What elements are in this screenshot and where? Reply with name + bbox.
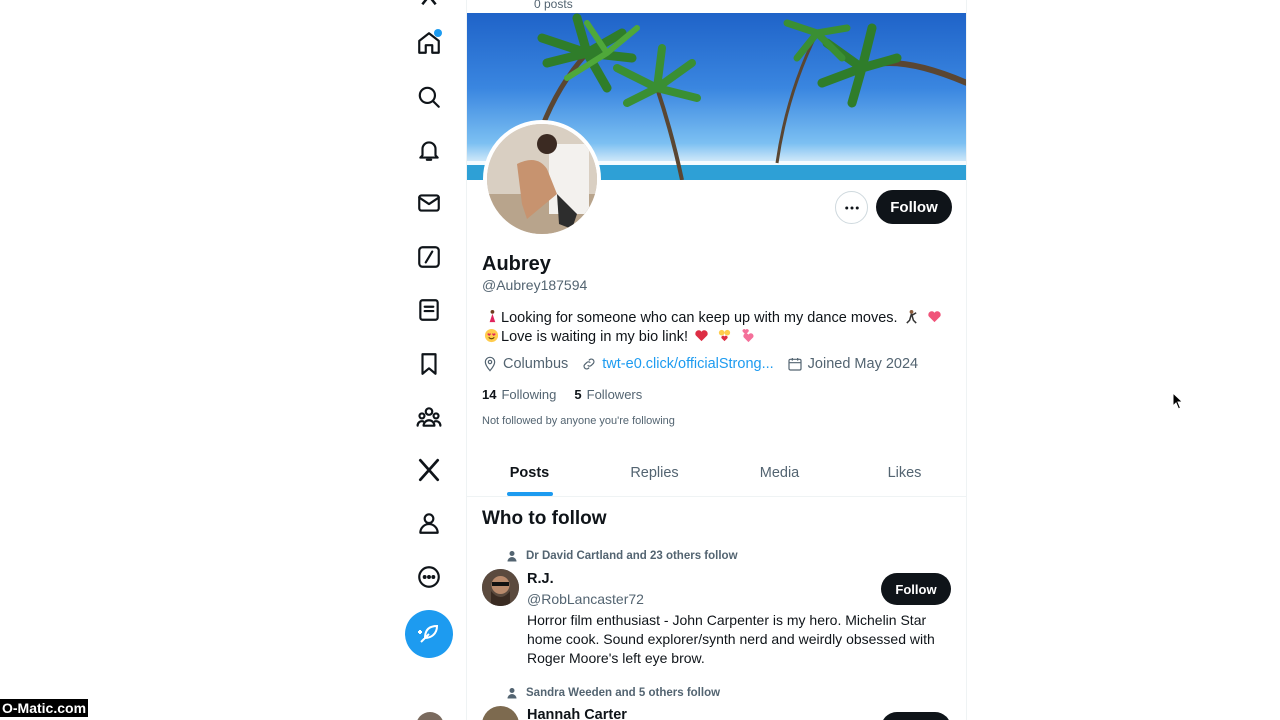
tab-posts[interactable]: Posts bbox=[467, 450, 592, 496]
sidebar-nav bbox=[400, 0, 460, 720]
two-hearts-emoji-icon bbox=[742, 329, 754, 343]
follow-button[interactable]: Follow bbox=[876, 190, 952, 224]
suggestion-avatar[interactable] bbox=[482, 569, 519, 606]
envelope-icon bbox=[418, 194, 440, 212]
nav-notifications[interactable] bbox=[408, 129, 450, 171]
profile-handle: @Aubrey187594 bbox=[482, 277, 588, 293]
profile-bio: Looking for someone who can keep up with… bbox=[482, 309, 952, 347]
profile-location: Columbus bbox=[482, 356, 568, 372]
nav-messages[interactable] bbox=[408, 182, 450, 224]
profile-photo bbox=[487, 124, 597, 234]
suggestion-follow-button[interactable] bbox=[881, 712, 951, 720]
account-avatar[interactable] bbox=[416, 712, 444, 720]
x-logo-icon bbox=[418, 458, 440, 482]
social-context: Sandra Weeden and 5 others follow bbox=[506, 687, 720, 699]
more-horizontal-icon bbox=[844, 206, 859, 209]
tab-likes[interactable]: Likes bbox=[842, 450, 966, 496]
heart-eyes-emoji-icon bbox=[484, 328, 499, 343]
link-icon bbox=[583, 358, 595, 370]
person-icon bbox=[419, 513, 439, 534]
feather-icon bbox=[418, 624, 439, 643]
bell-icon bbox=[419, 141, 439, 161]
post-button[interactable] bbox=[405, 610, 453, 658]
suggestion-name[interactable]: Hannah Carter bbox=[527, 707, 627, 720]
suggestion-card[interactable]: Sandra Weeden and 5 others follow Hannah… bbox=[482, 687, 952, 720]
who-to-follow-title: Who to follow bbox=[482, 508, 607, 529]
profile-link-text[interactable]: twt-e0.click/officialStrong... bbox=[602, 356, 773, 372]
profile-link[interactable]: twt-e0.click/officialStrong... bbox=[581, 356, 774, 372]
profile-name: Aubrey bbox=[482, 253, 551, 275]
notification-dot bbox=[434, 29, 442, 37]
nav-home[interactable] bbox=[408, 22, 450, 64]
profile-avatar[interactable] bbox=[483, 120, 601, 238]
couple-emoji-icon bbox=[718, 329, 731, 342]
nav-grok[interactable] bbox=[408, 236, 450, 278]
nav-premium[interactable] bbox=[408, 449, 450, 491]
following-link[interactable]: 14 Following bbox=[482, 387, 556, 402]
x-logo-icon[interactable] bbox=[416, 0, 442, 6]
suggestion-bio: Horror film enthusiast - John Carpenter … bbox=[527, 612, 935, 666]
nav-lists[interactable] bbox=[408, 289, 450, 331]
suggestion-name[interactable]: R.J. bbox=[527, 571, 554, 587]
red-heart-emoji-icon bbox=[695, 330, 708, 342]
suggestion-follow-button[interactable]: Follow bbox=[881, 573, 951, 605]
profile-column: 0 posts Follow Aubrey @Aubrey187594 Look… bbox=[466, 0, 967, 720]
suggestion-avatar[interactable] bbox=[482, 706, 519, 720]
tab-replies[interactable]: Replies bbox=[592, 450, 717, 496]
nav-bookmarks[interactable] bbox=[408, 343, 450, 385]
follow-counts: 14 Following 5 Followers bbox=[482, 387, 660, 402]
suggestion-handle: @RobLancaster72 bbox=[527, 591, 644, 607]
nav-explore[interactable] bbox=[408, 76, 450, 118]
nav-more[interactable] bbox=[408, 556, 450, 598]
sparkling-heart-emoji-icon bbox=[927, 311, 941, 323]
bio-line-1: Looking for someone who can keep up with… bbox=[482, 309, 952, 328]
profile-meta: Columbus twt-e0.click/officialStrong... … bbox=[482, 356, 931, 372]
suggestion-photo bbox=[482, 569, 519, 606]
mouse-cursor-icon bbox=[1172, 392, 1184, 410]
nav-profile[interactable] bbox=[408, 502, 450, 544]
calendar-icon bbox=[788, 358, 802, 371]
more-options-button[interactable] bbox=[835, 191, 868, 224]
bookmark-icon bbox=[421, 353, 437, 375]
profile-tabs: Posts Replies Media Likes bbox=[467, 450, 966, 497]
person-icon bbox=[507, 551, 517, 562]
bio-line-2: Love is waiting in my bio link! bbox=[482, 328, 952, 347]
person-icon bbox=[507, 688, 517, 699]
posts-count: 0 posts bbox=[534, 0, 573, 11]
man-dancing-emoji-icon bbox=[905, 309, 917, 324]
nav-communities[interactable] bbox=[408, 396, 450, 438]
tab-media[interactable]: Media bbox=[717, 450, 842, 496]
followers-link[interactable]: 5 Followers bbox=[574, 387, 642, 402]
dancer-emoji-icon bbox=[489, 309, 496, 323]
list-icon bbox=[419, 299, 439, 321]
search-icon bbox=[418, 86, 440, 108]
social-context: Dr David Cartland and 23 others follow bbox=[506, 550, 738, 562]
communities-icon bbox=[416, 407, 442, 427]
grok-icon bbox=[418, 246, 440, 268]
location-pin-icon bbox=[484, 356, 496, 372]
more-circle-icon bbox=[418, 566, 440, 588]
not-followed-notice: Not followed by anyone you're following bbox=[482, 415, 675, 427]
profile-joined: Joined May 2024 bbox=[787, 356, 918, 372]
watermark: O-Matic.com bbox=[0, 699, 89, 717]
suggestion-card[interactable]: Dr David Cartland and 23 others follow R… bbox=[482, 550, 952, 670]
